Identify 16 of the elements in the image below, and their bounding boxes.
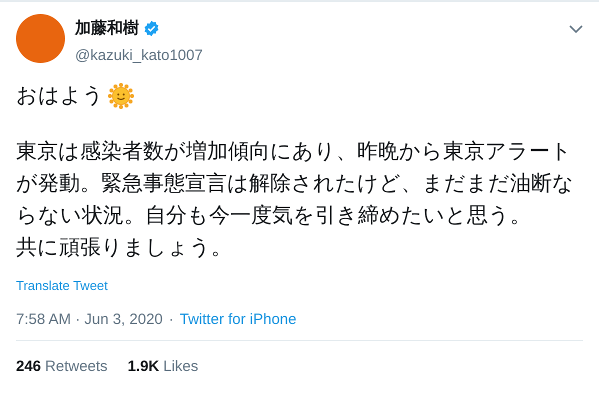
user-handle[interactable]: @kazuki_kato1007 [75, 47, 559, 64]
avatar[interactable] [16, 14, 65, 63]
stat-label[interactable]: Retweets [45, 358, 108, 375]
translate-link[interactable]: Translate Tweet [16, 278, 108, 293]
stat-count[interactable]: 1.9K [128, 358, 160, 375]
sun-face-icon [108, 83, 134, 109]
separator-dot: · [168, 311, 174, 328]
chevron-down-icon[interactable] [569, 24, 583, 34]
tweet-text: 東京は感染者数が増加傾向にあり、昨晩から東京アラートが発動。緊急事態宣言は解除されたけど、まだまだ油断ならない状況。自分も今一度気を引き締めたいと思う。 [16, 139, 575, 229]
stat-label[interactable]: Likes [163, 358, 198, 375]
stat-count[interactable]: 246 [16, 358, 42, 375]
tweet-text: 共に頑張りましょう。 [16, 235, 233, 261]
tweet-text: おはよう [16, 83, 104, 109]
source-link[interactable]: Twitter for iPhone [180, 311, 296, 328]
display-name[interactable]: 加藤和樹 [75, 18, 139, 39]
timestamp[interactable]: 7:58 AM · Jun 3, 2020 [16, 311, 163, 328]
